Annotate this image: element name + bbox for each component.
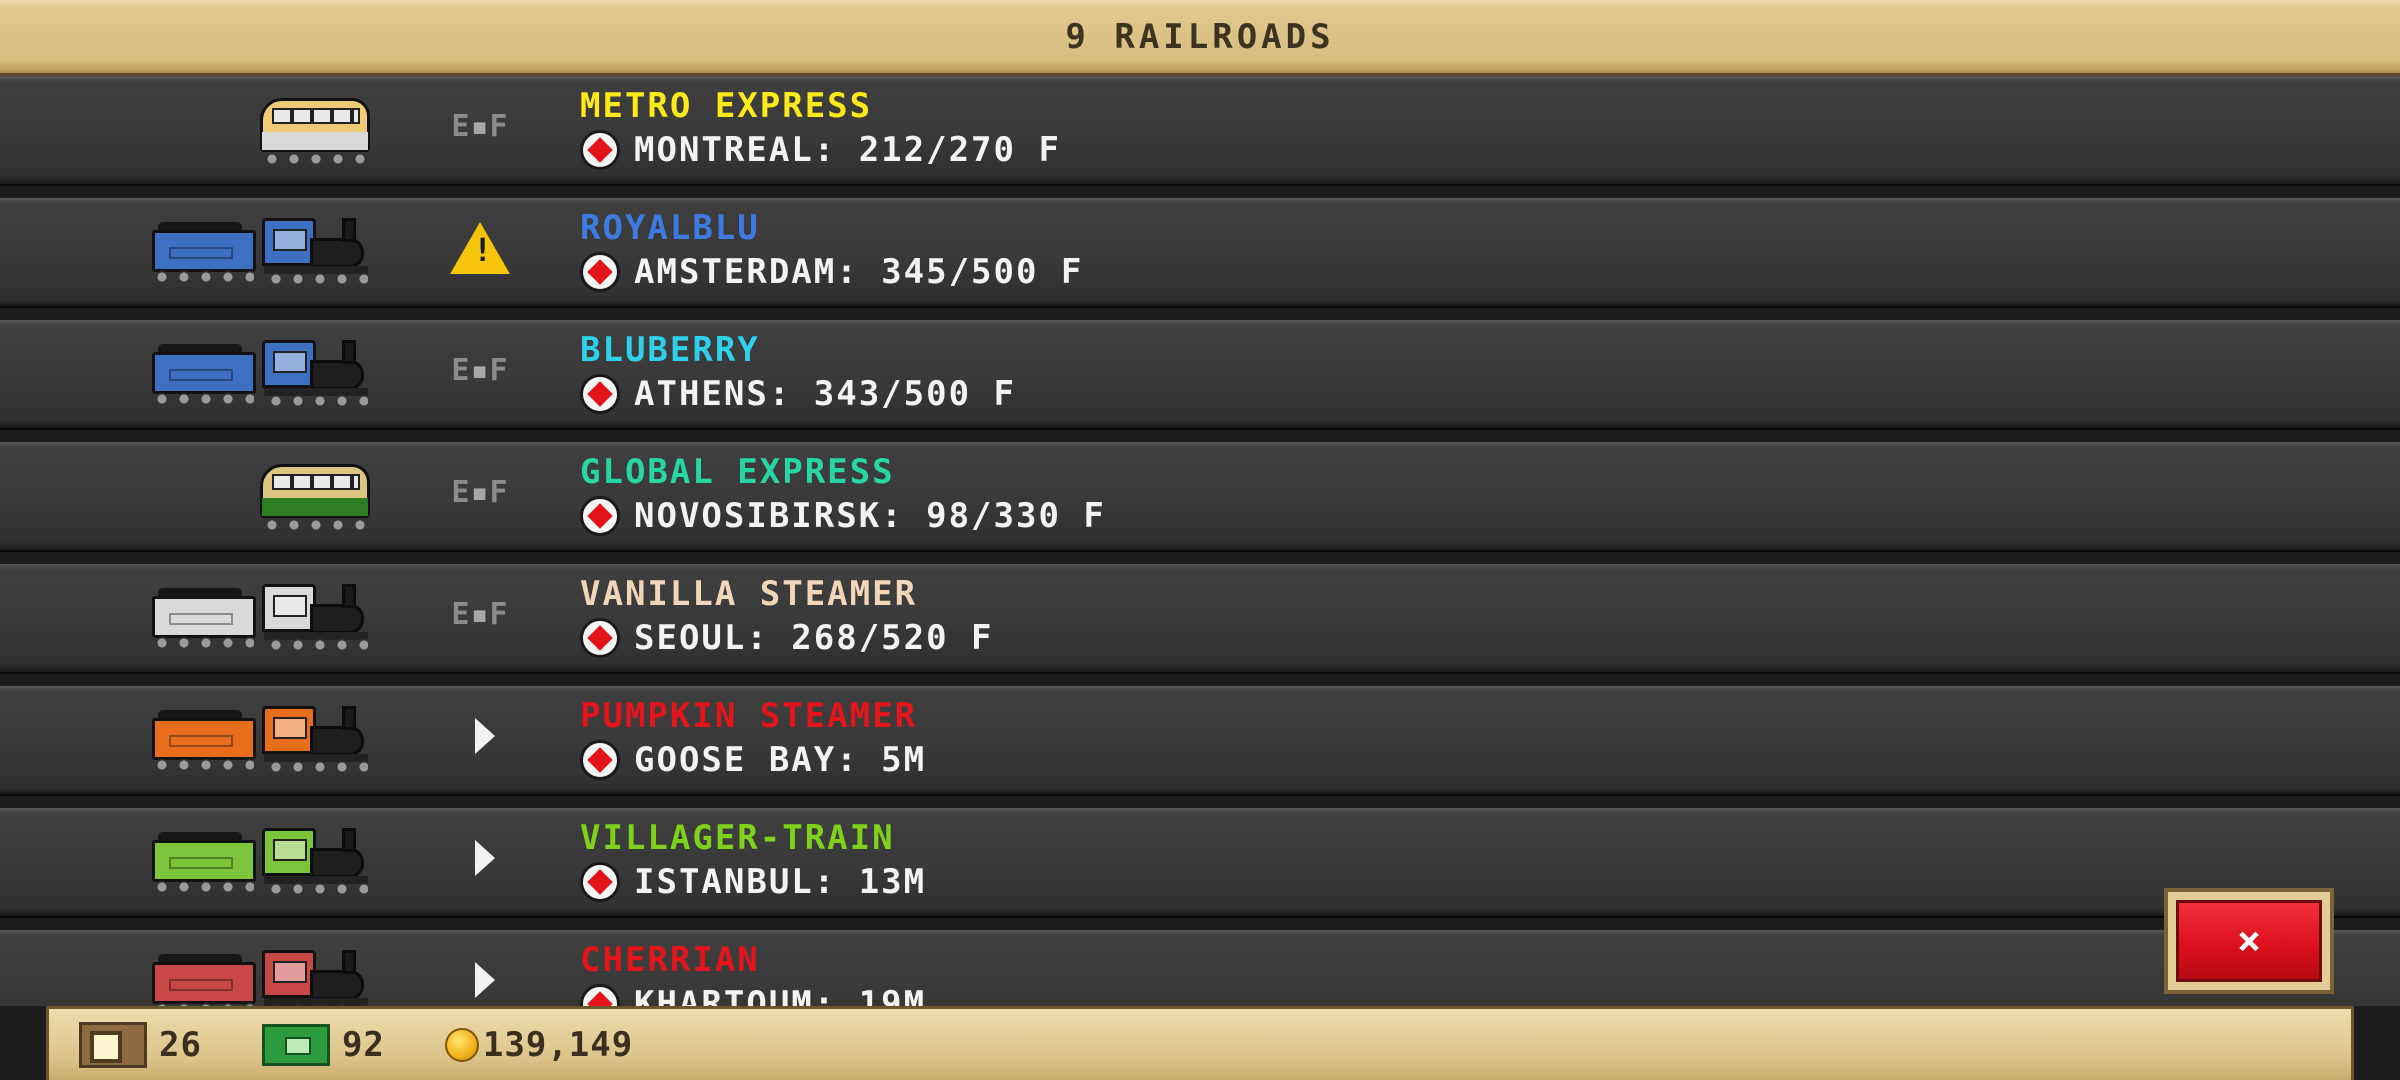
close-button-face[interactable]: ×: [2176, 900, 2322, 982]
warning-icon: !: [430, 198, 530, 298]
fuel-gauge-icon: E▪F: [451, 596, 509, 632]
location-pin-icon: [580, 618, 620, 658]
tender-car-icon: [152, 820, 258, 900]
destination-text: MONTREAL: 212/270 F: [634, 130, 1061, 170]
tender-car-icon: [152, 576, 258, 656]
train-info: BLUBERRY ATHENS: 343/500 F: [580, 328, 1016, 414]
train-row[interactable]: E▪F GLOBAL EXPRESS NOVOSIBIRSK: 98/330 F: [0, 442, 2400, 552]
train-name: ROYALBLU: [580, 208, 760, 248]
destination-text: NOVOSIBIRSK: 98/330 F: [634, 496, 1106, 536]
tender-car-icon: [152, 332, 258, 412]
train-row[interactable]: PUMPKIN STEAMER GOOSE BAY: 5M: [0, 686, 2400, 796]
train-row[interactable]: VILLAGER-TRAIN ISTANBUL: 13M: [0, 808, 2400, 918]
train-destination: SEOUL: 268/520 F: [580, 618, 994, 658]
train-destination: GOOSE BAY: 5M: [580, 740, 926, 780]
train-sprite-icon: [152, 816, 374, 900]
title-banner: 9 RAILROADS: [0, 0, 2400, 76]
destination-text: ISTANBUL: 13M: [634, 862, 927, 902]
train-name: VILLAGER-TRAIN: [580, 818, 895, 858]
destination-text: ATHENS: 343/500 F: [634, 374, 1016, 414]
train-destination: NOVOSIBIRSK: 98/330 F: [580, 496, 1106, 536]
play-arrow-icon[interactable]: [430, 808, 530, 908]
train-info: PUMPKIN STEAMER GOOSE BAY: 5M: [580, 694, 926, 780]
crates-stat: 26: [79, 1021, 202, 1068]
crates-count: 26: [159, 1024, 202, 1065]
steam-locomotive-icon: [262, 576, 374, 656]
tender-car-icon: [152, 698, 258, 778]
location-pin-icon: [580, 374, 620, 414]
location-pin-icon: [580, 496, 620, 536]
train-sprite-icon: [258, 450, 374, 534]
train-info: GLOBAL EXPRESS NOVOSIBIRSK: 98/330 F: [580, 450, 1106, 536]
coin-icon: [444, 1027, 479, 1062]
train-sprite-icon: [258, 84, 374, 168]
train-name: CHERRIAN: [580, 940, 760, 980]
train-info: ROYALBLU AMSTERDAM: 345/500 F: [580, 206, 1083, 292]
train-info: VILLAGER-TRAIN ISTANBUL: 13M: [580, 816, 926, 902]
train-name: VANILLA STEAMER: [580, 574, 918, 614]
train-info: CHERRIAN KHARTOUM: 19M: [580, 938, 926, 1006]
fuel-gauge-icon: E▪F: [451, 108, 509, 144]
train-sprite-icon: [152, 206, 374, 290]
crate-icon: [79, 1021, 147, 1068]
play-arrow-icon[interactable]: [430, 930, 530, 1006]
steam-locomotive-icon: [262, 698, 374, 778]
destination-text: AMSTERDAM: 345/500 F: [634, 252, 1084, 292]
close-button[interactable]: ×: [2164, 888, 2334, 994]
cash-count: 92: [341, 1024, 385, 1065]
train-destination: AMSTERDAM: 345/500 F: [580, 252, 1083, 292]
train-row[interactable]: E▪F METRO EXPRESS MONTREAL: 212/270 F: [0, 76, 2400, 186]
diesel-locomotive-icon: [258, 88, 374, 168]
steam-locomotive-icon: [262, 820, 374, 900]
train-destination: KHARTOUM: 19M: [580, 984, 926, 1006]
train-row[interactable]: E▪F BLUBERRY ATHENS: 343/500 F: [0, 320, 2400, 430]
train-name: PUMPKIN STEAMER: [580, 696, 918, 736]
train-sprite-icon: [152, 328, 374, 412]
page-title: 9 RAILROADS: [1065, 16, 1335, 57]
train-destination: ISTANBUL: 13M: [580, 862, 926, 902]
train-name: GLOBAL EXPRESS: [580, 452, 895, 492]
train-row[interactable]: CHERRIAN KHARTOUM: 19M: [0, 930, 2400, 1006]
cash-icon: [261, 1023, 330, 1066]
coins-stat: 139,149: [444, 1024, 634, 1065]
train-info: VANILLA STEAMER SEOUL: 268/520 F: [580, 572, 994, 658]
tender-car-icon: [152, 942, 258, 1006]
fuel-gauge-icon: E▪F: [451, 352, 509, 388]
steam-locomotive-icon: [262, 332, 374, 412]
train-sprite-icon: [152, 694, 374, 778]
train-name: BLUBERRY: [580, 330, 760, 370]
location-pin-icon: [580, 130, 620, 170]
railroad-list[interactable]: E▪F METRO EXPRESS MONTREAL: 212/270 F! ROYA…: [0, 76, 2400, 1006]
location-pin-icon: [580, 252, 620, 292]
train-sprite-icon: [152, 938, 374, 1006]
coins-count: 139,149: [482, 1024, 634, 1065]
train-name: METRO EXPRESS: [580, 86, 873, 126]
train-destination: ATHENS: 343/500 F: [580, 374, 1016, 414]
destination-text: SEOUL: 268/520 F: [634, 618, 994, 658]
tender-car-icon: [152, 210, 258, 290]
destination-text: GOOSE BAY: 5M: [634, 740, 927, 780]
play-arrow-icon[interactable]: [430, 686, 530, 786]
location-pin-icon: [580, 862, 620, 902]
fuel-gauge-icon: E▪F: [451, 474, 509, 510]
location-pin-icon: [580, 984, 620, 1006]
destination-text: KHARTOUM: 19M: [634, 984, 927, 1006]
location-pin-icon: [580, 740, 620, 780]
diesel-locomotive-icon: [258, 454, 374, 534]
steam-locomotive-icon: [262, 942, 374, 1006]
train-sprite-icon: [152, 572, 374, 656]
train-row[interactable]: E▪F VANILLA STEAMER SEOUL: 268/520 F: [0, 564, 2400, 674]
train-info: METRO EXPRESS MONTREAL: 212/270 F: [580, 84, 1061, 170]
train-destination: MONTREAL: 212/270 F: [580, 130, 1061, 170]
close-icon: ×: [2236, 918, 2262, 964]
cash-stat: 92: [261, 1023, 385, 1066]
resource-bar: 26 92 139,149: [46, 1006, 2354, 1080]
train-row[interactable]: ! ROYALBLU AMSTERDAM: 345/500 F: [0, 198, 2400, 308]
steam-locomotive-icon: [262, 210, 374, 290]
